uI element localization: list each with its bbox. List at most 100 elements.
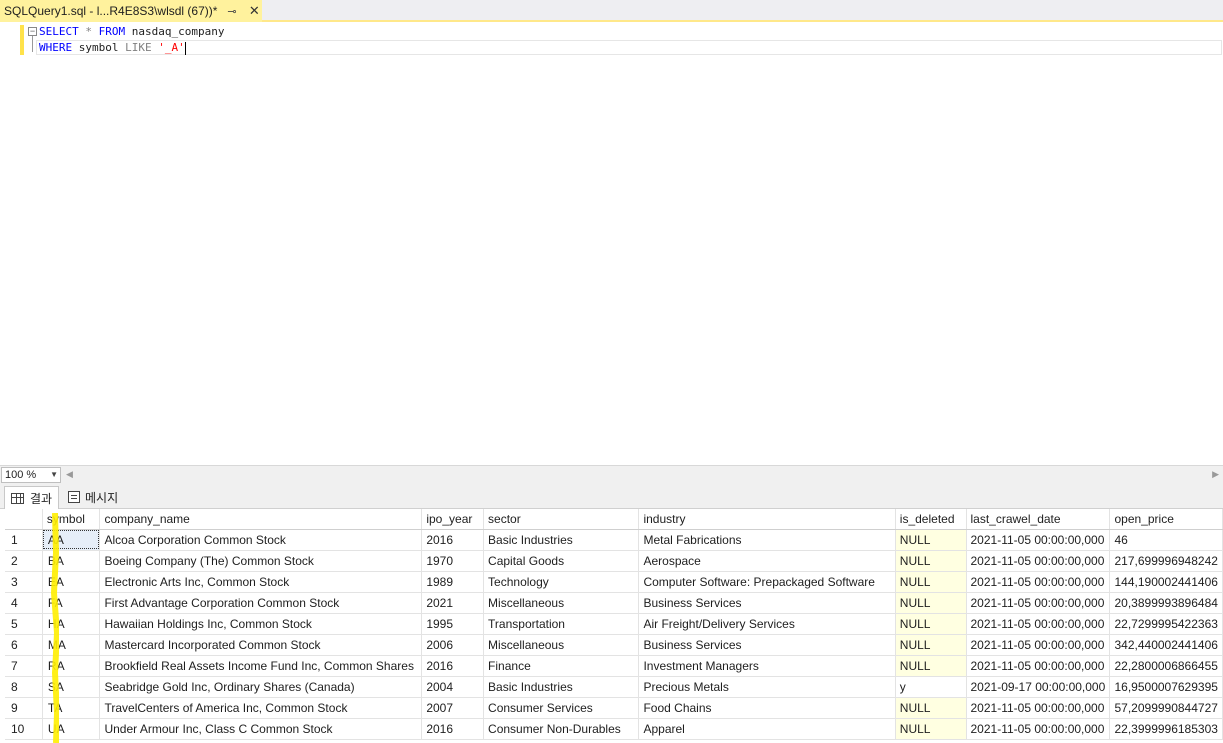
table-cell[interactable]: First Advantage Corporation Common Stock xyxy=(99,592,423,614)
table-row[interactable]: 10 UA Under Armour Inc, Class C Common Sto… xyxy=(5,718,1223,740)
symbol-cell[interactable]: MA xyxy=(42,634,101,656)
query-tab[interactable]: SQLQuery1.sql - l...R4E8S3\wlsdl (67))* … xyxy=(0,0,262,22)
table-cell[interactable]: Consumer Non-Durables xyxy=(483,718,640,740)
row-number[interactable]: 6 xyxy=(5,634,43,656)
row-number[interactable]: 1 xyxy=(5,529,43,551)
symbol-cell[interactable]: AA xyxy=(42,529,101,551)
table-cell[interactable]: 2016 xyxy=(421,655,485,677)
table-cell[interactable]: 2021 xyxy=(421,592,485,614)
symbol-cell[interactable]: BA xyxy=(42,550,101,572)
table-cell[interactable]: 16,9500007629395 xyxy=(1109,676,1223,698)
column-header[interactable]: symbol xyxy=(42,509,101,530)
table-row[interactable]: 6 MA Mastercard Incorporated Common Stock 2… xyxy=(5,634,1223,656)
table-row[interactable]: 4 FA First Advantage Corporation Common St… xyxy=(5,592,1223,614)
symbol-cell[interactable]: RA xyxy=(42,655,101,677)
table-cell[interactable]: 2021-11-05 00:00:00,000 xyxy=(966,613,1111,635)
row-number[interactable]: 2 xyxy=(5,550,43,572)
table-cell[interactable]: 2021-11-05 00:00:00,000 xyxy=(966,718,1111,740)
table-cell[interactable]: Air Freight/Delivery Services xyxy=(638,613,896,635)
table-cell[interactable]: Finance xyxy=(483,655,640,677)
table-cell[interactable]: Boeing Company (The) Common Stock xyxy=(99,550,423,572)
table-cell[interactable]: 2021-11-05 00:00:00,000 xyxy=(966,634,1111,656)
table-cell[interactable]: 2021-11-05 00:00:00,000 xyxy=(966,655,1111,677)
table-cell[interactable]: Brookfield Real Assets Income Fund Inc, … xyxy=(99,655,423,677)
null-cell[interactable]: NULL xyxy=(895,529,967,551)
row-number[interactable]: 10 xyxy=(5,718,43,740)
column-header[interactable]: industry xyxy=(638,509,896,530)
row-number[interactable]: 3 xyxy=(5,571,43,593)
column-header[interactable]: is_deleted xyxy=(895,509,967,530)
table-cell[interactable]: 2021-11-05 00:00:00,000 xyxy=(966,697,1111,719)
null-cell[interactable]: NULL xyxy=(895,697,967,719)
table-cell[interactable]: Mastercard Incorporated Common Stock xyxy=(99,634,423,656)
column-header[interactable]: company_name xyxy=(99,509,423,530)
table-cell[interactable]: 22,2800006866455 xyxy=(1109,655,1223,677)
column-header[interactable]: sector xyxy=(483,509,640,530)
null-cell[interactable]: NULL xyxy=(895,571,967,593)
table-cell[interactable]: Electronic Arts Inc, Common Stock xyxy=(99,571,423,593)
row-number[interactable]: 5 xyxy=(5,613,43,635)
column-header[interactable]: ipo_year xyxy=(421,509,485,530)
table-row[interactable]: 3 EA Electronic Arts Inc, Common Stock 1989… xyxy=(5,571,1223,593)
symbol-cell[interactable]: TA xyxy=(42,697,101,719)
table-cell[interactable]: y xyxy=(895,676,967,698)
table-cell[interactable]: TravelCenters of America Inc, Common Sto… xyxy=(99,697,423,719)
table-cell[interactable]: 342,440002441406 xyxy=(1109,634,1223,656)
table-cell[interactable]: 57,2099990844727 xyxy=(1109,697,1223,719)
table-cell[interactable]: 217,699996948242 xyxy=(1109,550,1223,572)
column-header[interactable]: open_price xyxy=(1109,509,1223,530)
table-cell[interactable]: Precious Metals xyxy=(638,676,896,698)
table-cell[interactable]: Computer Software: Prepackaged Software xyxy=(638,571,896,593)
table-row[interactable]: 8 SA Seabridge Gold Inc, Ordinary Shares (… xyxy=(5,676,1223,698)
table-cell[interactable]: Business Services xyxy=(638,592,896,614)
table-cell[interactable]: Technology xyxy=(483,571,640,593)
code-line-1[interactable]: SELECT * FROM nasdaq_company xyxy=(39,24,224,40)
table-cell[interactable]: 2007 xyxy=(421,697,485,719)
table-row[interactable]: 2 BA Boeing Company (The) Common Stock 1970… xyxy=(5,550,1223,572)
symbol-cell[interactable]: FA xyxy=(42,592,101,614)
table-cell[interactable]: Transportation xyxy=(483,613,640,635)
table-cell[interactable]: 20,3899993896484 xyxy=(1109,592,1223,614)
table-cell[interactable]: Consumer Services xyxy=(483,697,640,719)
table-cell[interactable]: Miscellaneous xyxy=(483,592,640,614)
results-grid[interactable]: symbol company_name ipo_year sector indu… xyxy=(5,509,1223,743)
row-number-header[interactable] xyxy=(5,509,43,530)
tab-results[interactable]: 결과 xyxy=(4,486,60,509)
row-number[interactable]: 4 xyxy=(5,592,43,614)
zoom-dropdown[interactable]: 100 % ▼ xyxy=(1,467,61,483)
scroll-left-icon[interactable]: ◀ xyxy=(66,469,73,480)
table-cell[interactable]: Food Chains xyxy=(638,697,896,719)
symbol-cell[interactable]: UA xyxy=(42,718,101,740)
table-cell[interactable]: 2016 xyxy=(421,718,485,740)
table-cell[interactable]: 1970 xyxy=(421,550,485,572)
table-cell[interactable]: Miscellaneous xyxy=(483,634,640,656)
table-cell[interactable]: 1989 xyxy=(421,571,485,593)
table-cell[interactable]: 2004 xyxy=(421,676,485,698)
table-cell[interactable]: Aerospace xyxy=(638,550,896,572)
table-cell[interactable]: Apparel xyxy=(638,718,896,740)
scroll-right-icon[interactable]: ▶ xyxy=(1212,469,1219,480)
table-cell[interactable]: 2021-09-17 00:00:00,000 xyxy=(966,676,1111,698)
table-row[interactable]: 5 HA Hawaiian Holdings Inc, Common Stock 19… xyxy=(5,613,1223,635)
null-cell[interactable]: NULL xyxy=(895,655,967,677)
table-cell[interactable]: Metal Fabrications xyxy=(638,529,896,551)
column-header[interactable]: last_crawel_date xyxy=(966,509,1111,530)
table-cell[interactable]: 2016 xyxy=(421,529,485,551)
symbol-cell[interactable]: HA xyxy=(42,613,101,635)
table-cell[interactable]: Under Armour Inc, Class C Common Stock xyxy=(99,718,423,740)
table-cell[interactable]: 22,3999996185303 xyxy=(1109,718,1223,740)
row-number[interactable]: 8 xyxy=(5,676,43,698)
null-cell[interactable]: NULL xyxy=(895,613,967,635)
symbol-cell[interactable]: EA xyxy=(42,571,101,593)
close-icon[interactable]: ✕ xyxy=(247,3,262,19)
query-editor[interactable]: − SELECT * FROM nasdaq_company WHERE sym… xyxy=(0,22,1223,465)
table-cell[interactable]: 144,190002441406 xyxy=(1109,571,1223,593)
table-cell[interactable]: Hawaiian Holdings Inc, Common Stock xyxy=(99,613,423,635)
table-cell[interactable]: 46 xyxy=(1109,529,1223,551)
row-number[interactable]: 9 xyxy=(5,697,43,719)
null-cell[interactable]: NULL xyxy=(895,718,967,740)
table-row[interactable]: 7 RA Brookfield Real Assets Income Fund In… xyxy=(5,655,1223,677)
table-cell[interactable]: 22,7299995422363 xyxy=(1109,613,1223,635)
table-cell[interactable]: Investment Managers xyxy=(638,655,896,677)
code-line-2[interactable]: WHERE symbol LIKE '_A' xyxy=(39,40,186,56)
